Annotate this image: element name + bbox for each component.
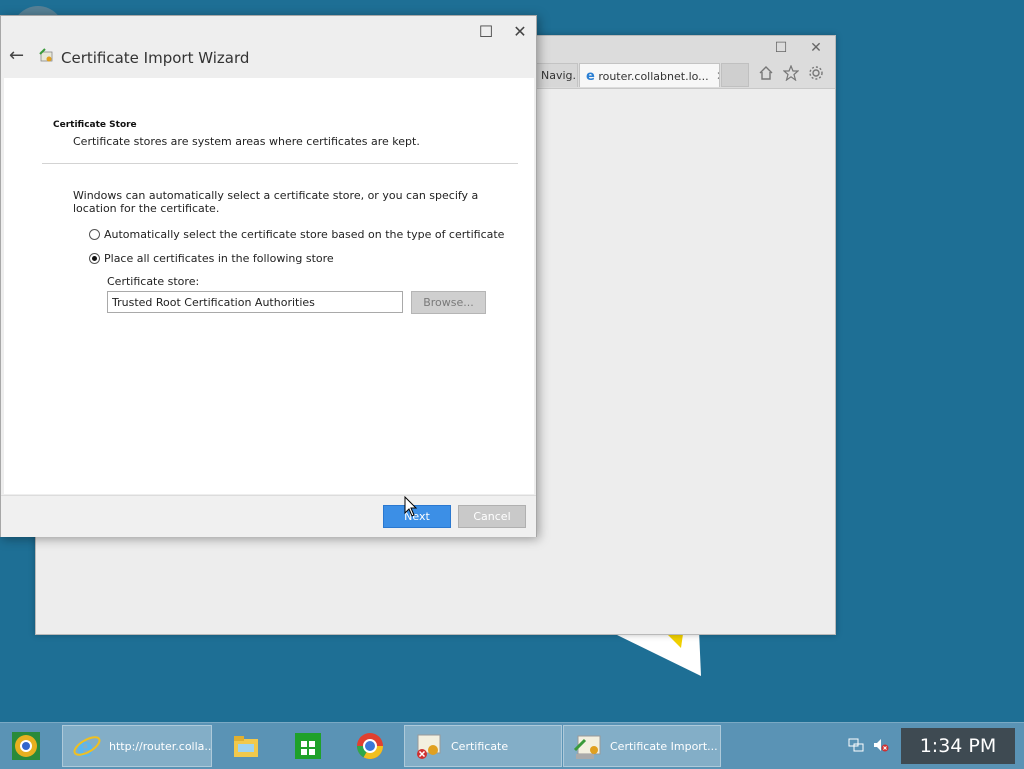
taskbar-item-certificate[interactable]: Certificate <box>404 725 562 767</box>
wizard-title: Certificate Import Wizard <box>61 49 250 67</box>
desktop-paper-graphic <box>615 630 701 676</box>
radio-button-checked[interactable] <box>89 253 100 264</box>
taskbar: e http://router.colla... Certificate Cer… <box>0 722 1024 769</box>
taskbar-item-chrome[interactable] <box>346 725 398 767</box>
wizard-footer: Next Cancel <box>1 495 536 537</box>
certificate-icon <box>417 734 441 759</box>
radio-label: Automatically select the certificate sto… <box>104 228 505 241</box>
wizard-maximize-button[interactable]: ☐ <box>476 22 496 42</box>
tab-label: Navig... <box>541 69 577 82</box>
internet-explorer-icon: e <box>73 733 101 762</box>
wizard-body: Certificate Store Certificate stores are… <box>4 78 534 494</box>
wizard-close-button[interactable]: ✕ <box>510 22 530 42</box>
tab-label: router.collabnet.lo... <box>598 70 709 83</box>
certificate-store-field[interactable] <box>107 291 403 313</box>
volume-muted-icon[interactable] <box>873 737 889 753</box>
back-arrow-icon[interactable]: ← <box>9 47 24 65</box>
home-icon[interactable] <box>756 65 776 85</box>
file-explorer-icon <box>234 736 258 757</box>
section-description: Certificate stores are system areas wher… <box>73 135 420 148</box>
radio-place-in-store[interactable]: Place all certificates in the following … <box>89 252 334 265</box>
taskbar-item-certificate-import[interactable]: Certificate Import... <box>563 725 721 767</box>
taskbar-label: Certificate Import... <box>610 739 718 753</box>
browse-button[interactable]: Browse... <box>411 291 486 314</box>
taskbar-item-internet-explorer[interactable]: e http://router.colla... <box>62 725 212 767</box>
intro-text: Windows can automatically select a certi… <box>73 189 479 215</box>
radio-label: Place all certificates in the following … <box>104 252 334 265</box>
windows-store-icon <box>295 733 321 759</box>
taskbar-label: http://router.colla... <box>109 739 211 753</box>
browser-maximize-button[interactable]: ☐ <box>772 39 790 57</box>
network-icon[interactable] <box>848 737 864 753</box>
close-tab-icon[interactable]: ✕ <box>716 69 719 83</box>
mouse-cursor-icon <box>404 496 418 517</box>
radio-button-unchecked[interactable] <box>89 229 100 240</box>
taskbar-item-chrome-canary[interactable] <box>2 725 54 767</box>
taskbar-item-windows-store[interactable] <box>284 725 336 767</box>
tab-router[interactable]: e router.collabnet.lo... ✕ <box>579 63 720 87</box>
section-title: Certificate Store <box>53 120 137 130</box>
certificate-store-label: Certificate store: <box>107 275 200 288</box>
radio-auto-select[interactable]: Automatically select the certificate sto… <box>89 228 504 241</box>
certificate-import-icon <box>573 735 601 759</box>
browser-close-button[interactable]: ✕ <box>807 39 825 57</box>
divider <box>42 163 518 164</box>
gear-icon[interactable] <box>806 65 826 85</box>
star-icon[interactable] <box>781 64 801 85</box>
chrome-icon <box>356 733 384 760</box>
taskbar-item-file-explorer[interactable] <box>222 725 274 767</box>
cancel-button[interactable]: Cancel <box>458 505 526 528</box>
taskbar-label: Certificate <box>451 739 509 753</box>
chrome-canary-icon <box>12 732 40 760</box>
ie-tab-icon: e <box>586 69 595 84</box>
certificate-import-wizard: ← Certificate Import Wizard ☐ ✕ Certific… <box>0 15 537 537</box>
tab-navig[interactable]: Navig... <box>534 63 578 87</box>
wizard-header: ← Certificate Import Wizard ☐ ✕ <box>1 16 536 78</box>
certificate-wizard-icon <box>39 48 53 62</box>
new-tab-button[interactable] <box>721 63 749 87</box>
taskbar-clock[interactable]: 1:34 PM <box>901 728 1015 764</box>
